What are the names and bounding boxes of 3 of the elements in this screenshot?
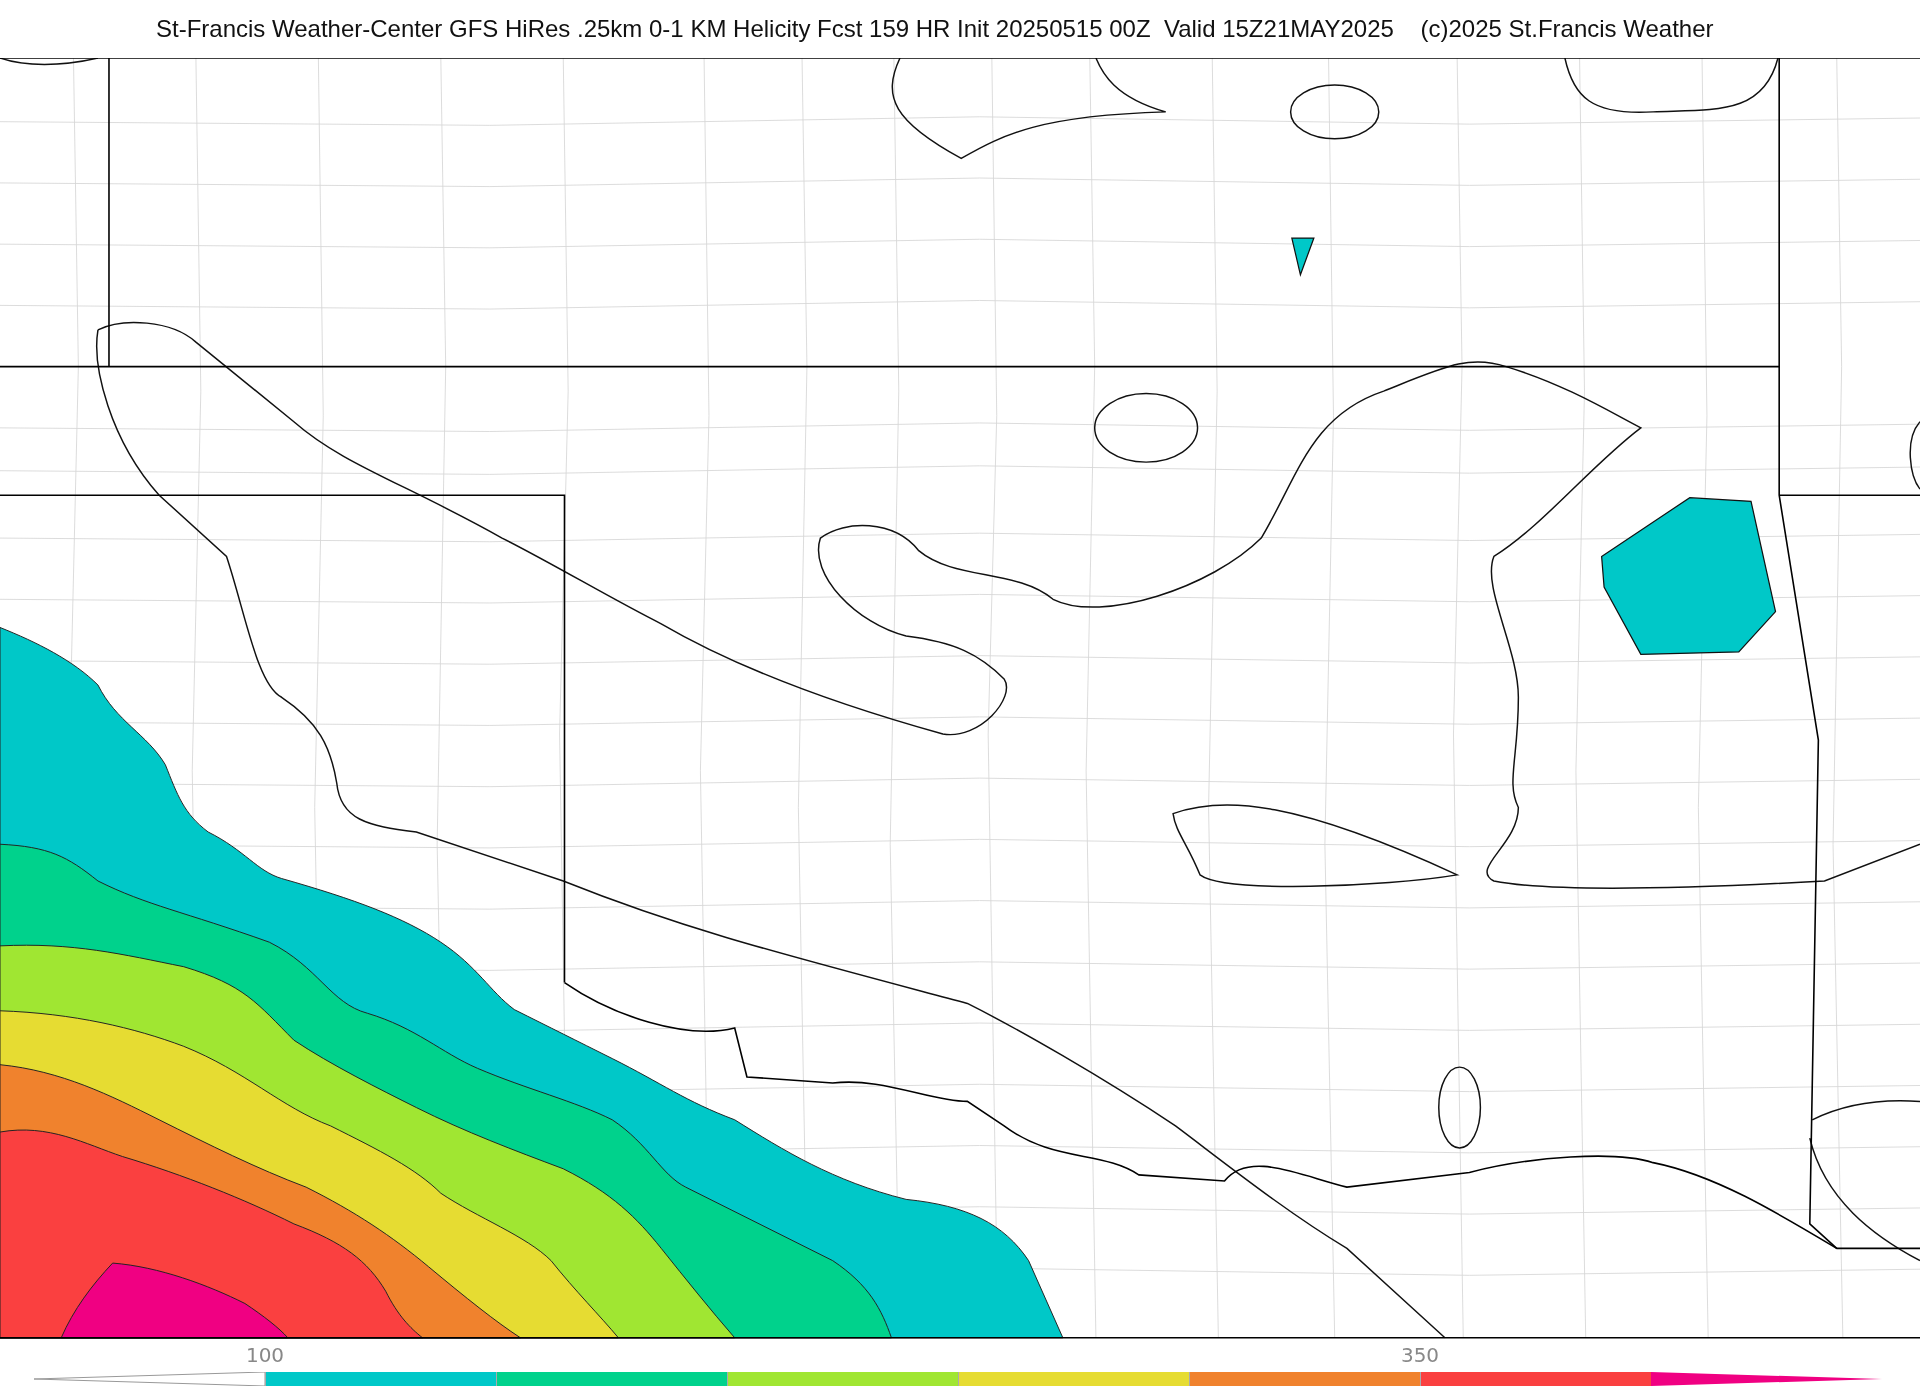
colorbar-tick-label: 350 <box>1400 1343 1440 1367</box>
map-title: St-Francis Weather-Center GFS HiRes .25km 0-1 KM Helicity Fcst 159 HR Init 20250515 00Z Valid 15Z21MAY2025 (c)2025 St.Francis Weather <box>155 14 1715 44</box>
colorbar-tick-label: 100 <box>245 1343 285 1367</box>
